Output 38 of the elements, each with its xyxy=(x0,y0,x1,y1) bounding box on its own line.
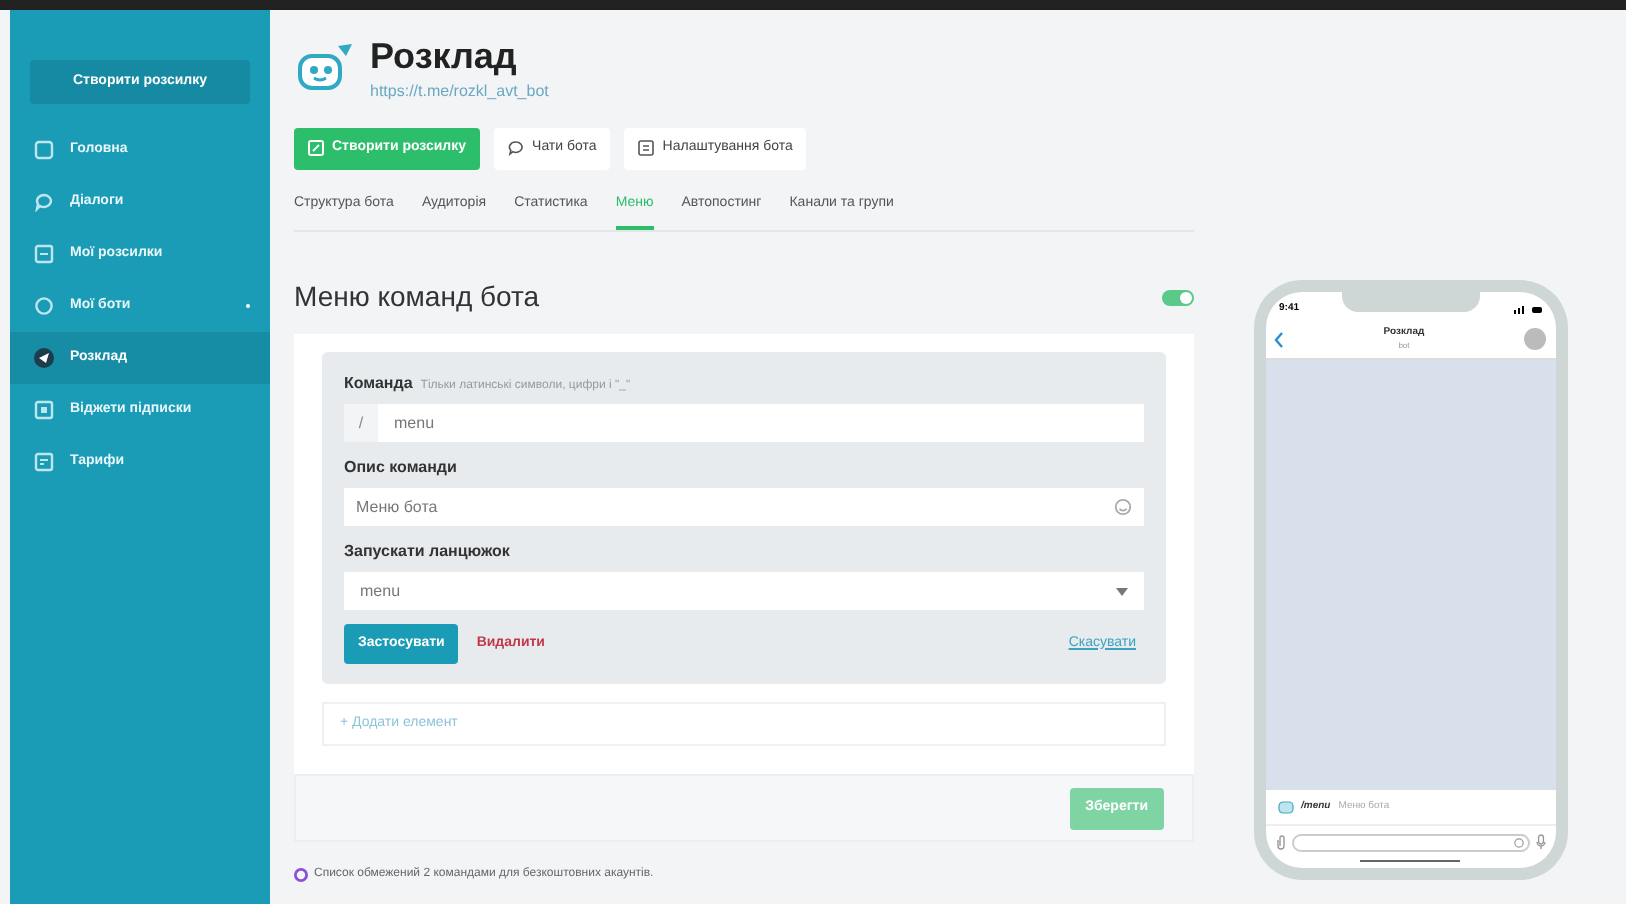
back-icon[interactable] xyxy=(1273,331,1283,347)
prefix-label: / xyxy=(344,404,378,442)
sidebar-icon xyxy=(34,400,54,420)
field-label: Опис команди xyxy=(344,456,459,480)
field-value: menu xyxy=(394,411,435,435)
command-field[interactable]: / menu xyxy=(344,404,1144,442)
sidebar-icon xyxy=(34,452,54,472)
sidebar-icon xyxy=(34,192,54,212)
section-title: Меню команд бота xyxy=(294,278,540,316)
paperclip-icon[interactable] xyxy=(1275,834,1285,850)
sidebar-icon xyxy=(34,244,54,264)
sticker-icon[interactable] xyxy=(1513,837,1523,847)
sidebar-icon xyxy=(34,296,54,316)
emoji-icon[interactable] xyxy=(1114,498,1132,516)
field-label: Запускати ланцюжок xyxy=(344,540,512,564)
toggle-switch[interactable] xyxy=(1162,289,1194,305)
phone-notch xyxy=(1341,292,1479,312)
chain-dropdown[interactable]: menu xyxy=(344,572,1144,610)
info-icon xyxy=(294,868,308,882)
description-field[interactable]: Меню бота xyxy=(344,488,1144,526)
message-field[interactable] xyxy=(1291,833,1529,851)
edit-icon xyxy=(308,140,324,156)
avatar-icon xyxy=(1524,328,1547,350)
settings-icon xyxy=(638,140,655,156)
status-icons-drawing xyxy=(1513,306,1541,314)
home-indicator xyxy=(1360,860,1460,862)
chevron-down-icon xyxy=(1116,587,1128,595)
sidebar-icon xyxy=(34,140,54,160)
bot-title: Розклад xyxy=(370,34,519,79)
bot-link[interactable]: https://t.me/rozkl_avt_bot xyxy=(370,79,549,103)
field-value: menu xyxy=(360,579,401,603)
sidebar-icon xyxy=(34,348,54,368)
robot-icon xyxy=(1277,800,1293,814)
chat-icon xyxy=(508,140,525,156)
microphone-icon[interactable] xyxy=(1535,834,1545,850)
field-label: Команда xyxy=(344,372,413,396)
robot-icon xyxy=(294,42,354,95)
field-value: Меню бота xyxy=(356,495,438,519)
